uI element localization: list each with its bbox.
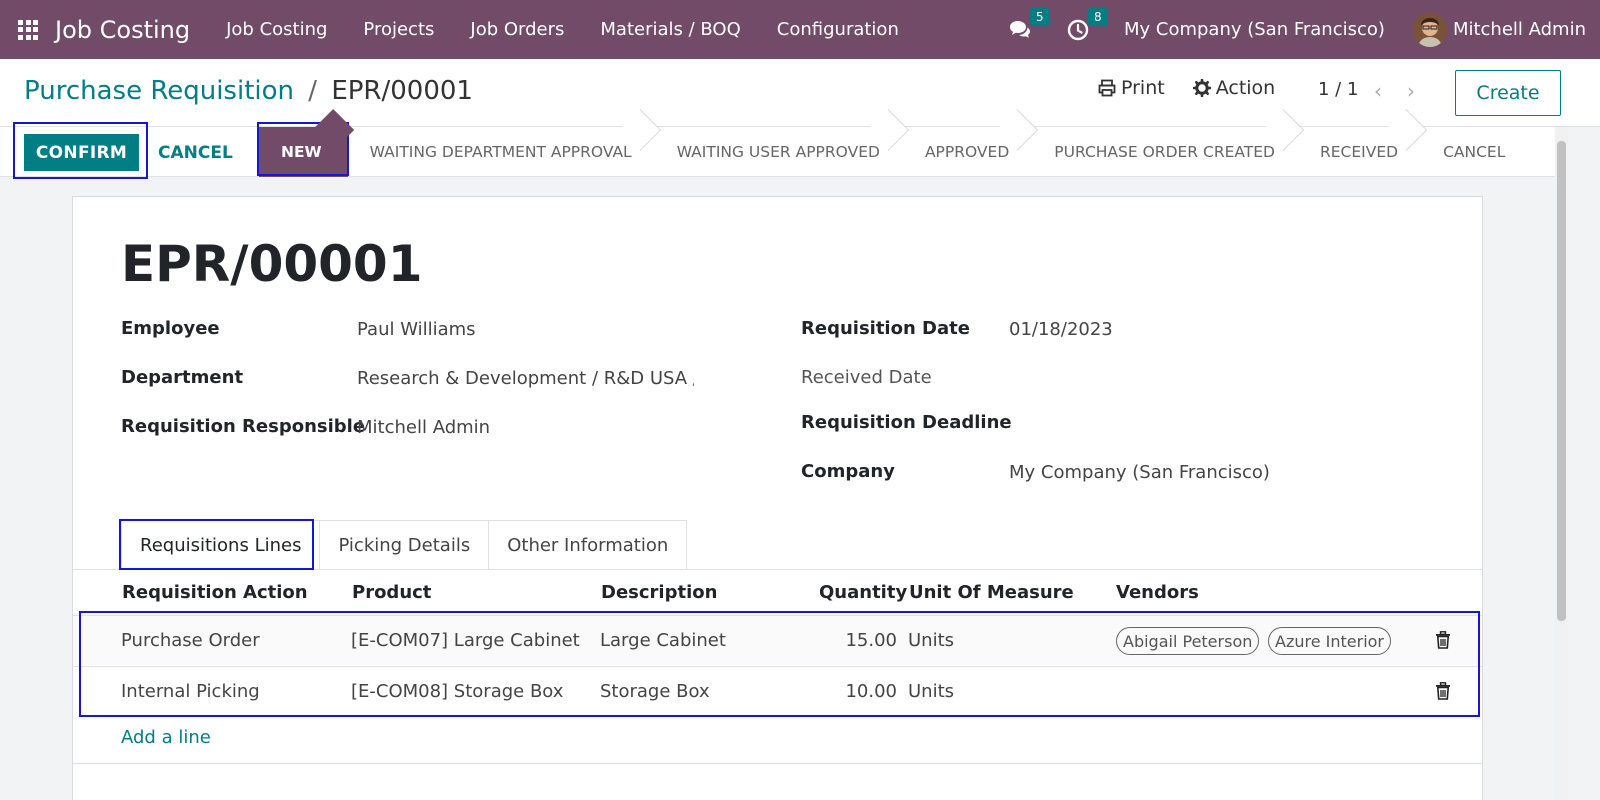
stage-purchase-order-created[interactable]: PURCHASE ORDER CREATED [1032,127,1298,177]
action-button[interactable]: Action [1192,77,1276,99]
company-field[interactable]: My Company (San Francisco) [1009,462,1270,483]
pager-previous-icon[interactable]: ‹ [1374,79,1382,103]
print-button[interactable]: Print [1098,77,1165,99]
record-name: EPR/00001 [121,235,423,293]
pager-next-icon[interactable]: › [1407,79,1415,103]
gear-icon [1192,79,1211,97]
cell-product: [E-COM07] Large Cabinet [351,630,580,651]
header-unit-of-measure[interactable]: Unit Of Measure [909,582,1074,603]
requisition-deadline-label: Requisition Deadline [801,412,1012,433]
breadcrumb: Purchase Requisition / EPR/00001 [24,76,473,106]
cell-product: [E-COM08] Storage Box [351,681,564,702]
cell-description: Large Cabinet [600,630,726,651]
tab-requisitions-lines[interactable]: Requisitions Lines [121,520,321,570]
form-tabs: Requisitions Lines Picking Details Other… [121,520,688,570]
stage-waiting-department-approval[interactable]: WAITING DEPARTMENT APPROVAL [348,127,655,177]
table-row[interactable]: Purchase Order [E-COM07] Large Cabinet L… [73,615,1482,665]
cell-quantity: 15.00 [845,630,897,651]
cell-unit-of-measure: Units [908,681,955,702]
cell-description: Storage Box [600,681,710,702]
confirm-button[interactable]: CONFIRM [24,134,139,171]
header-product[interactable]: Product [352,582,431,603]
menu-job-costing[interactable]: Job Costing [208,19,345,40]
create-button[interactable]: Create [1455,70,1561,116]
department-field[interactable]: Research & Development / R&D USA / L [357,368,694,389]
trash-icon[interactable] [1435,682,1451,700]
company-label: Company [801,461,895,482]
received-date-label: Received Date [801,367,932,388]
cell-unit-of-measure: Units [908,630,955,651]
stage-waiting-user-approved[interactable]: WAITING USER APPROVED [655,127,903,177]
header-quantity[interactable]: Quantity [819,582,907,603]
breadcrumb-separator: / [308,76,318,106]
company-switcher[interactable]: My Company (San Francisco) [1124,19,1385,40]
scrollbar-thumb[interactable] [1557,141,1566,621]
status-stages: NEW WAITING DEPARTMENT APPROVAL WAITING … [259,127,1528,177]
responsible-field[interactable]: Mitchell Admin [357,417,490,438]
header-description[interactable]: Description [601,582,717,603]
requisition-date-label: Requisition Date [801,318,970,339]
stage-received[interactable]: RECEIVED [1298,127,1421,177]
cell-quantity: 10.00 [845,681,897,702]
requisition-deadline-field[interactable] [1009,412,1309,436]
vendor-tag[interactable]: Abigail Peterson [1116,627,1260,655]
requisition-date-field[interactable]: 01/18/2023 [1009,319,1113,340]
tab-divider [73,569,1482,570]
chat-icon [1009,20,1030,38]
cancel-button[interactable]: CANCEL [158,134,233,171]
trash-icon[interactable] [1435,631,1451,649]
menu-materials-boq[interactable]: Materials / BOQ [582,19,758,40]
activities-count-badge: 8 [1087,7,1108,26]
stage-approved[interactable]: APPROVED [903,127,1032,177]
table-row[interactable]: Internal Picking [E-COM08] Storage Box S… [73,666,1482,716]
form-sheet: EPR/00001 Employee Paul Williams Departm… [72,196,1483,800]
printer-icon [1098,79,1116,97]
messages-count-badge: 5 [1029,7,1050,26]
table-bottom-divider [73,763,1482,764]
app-name[interactable]: Job Costing [55,16,190,44]
user-menu[interactable]: Mitchell Admin [1412,12,1586,47]
pager-value[interactable]: 1 / 1 [1318,79,1358,100]
cell-requisition-action: Internal Picking [121,681,260,702]
responsible-label: Requisition Responsible [121,416,366,437]
stage-cancel[interactable]: CANCEL [1421,127,1528,177]
breadcrumb-current: EPR/00001 [331,76,473,106]
top-navbar: Job Costing Job Costing Projects Job Ord… [0,0,1600,59]
print-label: Print [1121,77,1165,99]
add-line-link[interactable]: Add a line [121,727,211,748]
clock-icon [1067,19,1089,40]
user-name: Mitchell Admin [1452,19,1586,40]
header-requisition-action[interactable]: Requisition Action [122,582,308,603]
tab-picking-details[interactable]: Picking Details [320,520,490,570]
activities-button[interactable]: 8 [1066,7,1108,42]
header-vendors[interactable]: Vendors [1116,582,1199,603]
action-label: Action [1215,77,1276,99]
received-date-field[interactable] [1009,367,1309,391]
page-scrollbar[interactable] [1555,127,1568,800]
apps-menu-icon[interactable] [18,19,38,40]
user-avatar [1412,12,1447,47]
stage-new[interactable]: NEW [259,127,348,177]
control-panel: Purchase Requisition / EPR/00001 Print A… [0,59,1600,127]
tab-other-information[interactable]: Other Information [489,520,688,570]
menu-projects[interactable]: Projects [345,19,452,40]
employee-label: Employee [121,318,220,339]
department-label: Department [121,367,244,388]
status-bar: CONFIRM CANCEL NEW WAITING DEPARTMENT AP… [0,127,1555,177]
menu-job-orders[interactable]: Job Orders [452,19,582,40]
menu-configuration[interactable]: Configuration [759,19,917,40]
messages-button[interactable]: 5 [1008,7,1050,42]
vendor-tag[interactable]: Azure Interior [1268,627,1392,655]
employee-field[interactable]: Paul Williams [357,319,476,340]
cell-requisition-action: Purchase Order [121,630,260,651]
breadcrumb-parent-link[interactable]: Purchase Requisition [24,76,294,106]
